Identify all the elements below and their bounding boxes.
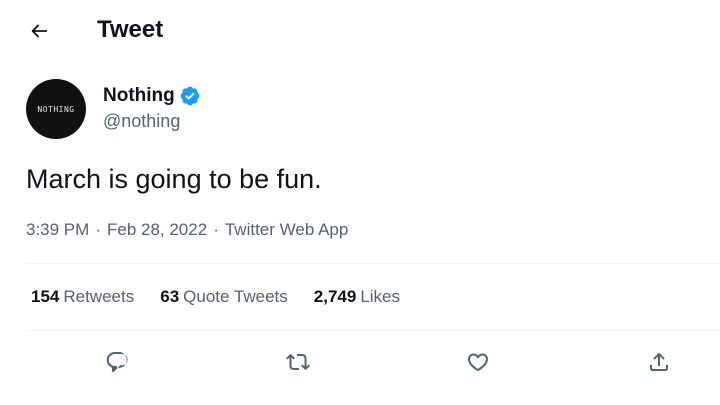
back-button[interactable] xyxy=(22,14,56,48)
author-handle[interactable]: @nothing xyxy=(103,110,180,132)
quote-tweets-stat[interactable]: 63 Quote Tweets xyxy=(160,284,288,310)
arrow-left-icon xyxy=(31,24,48,38)
retweets-stat[interactable]: 154 Retweets xyxy=(31,284,134,310)
tweet-meta: 3:39 PM · Feb 28, 2022 · Twitter Web App xyxy=(26,218,348,242)
page-title: Tweet xyxy=(97,16,164,43)
tweet-source[interactable]: Twitter Web App xyxy=(225,218,348,242)
quote-tweets-count: 63 xyxy=(160,287,180,306)
retweet-button[interactable] xyxy=(281,345,315,379)
display-name: Nothing xyxy=(103,85,175,106)
divider xyxy=(26,263,720,264)
like-icon xyxy=(467,353,489,372)
avatar-logo-text: NOTHING xyxy=(37,104,75,114)
reply-button[interactable] xyxy=(100,345,134,379)
tweet-text: March is going to be fun. xyxy=(26,164,322,194)
tweet-stats: 154 Retweets 63 Quote Tweets 2,749 Likes xyxy=(31,284,426,310)
share-button[interactable] xyxy=(642,345,676,379)
likes-label: Likes xyxy=(360,287,400,306)
verified-badge-icon xyxy=(179,84,203,108)
meta-separator: · xyxy=(213,220,219,239)
share-icon xyxy=(650,352,668,371)
quote-tweets-label: Quote Tweets xyxy=(183,287,288,306)
retweets-label: Retweets xyxy=(63,287,135,306)
meta-separator: · xyxy=(95,220,101,239)
tweet-time[interactable]: 3:39 PM xyxy=(26,218,89,242)
avatar[interactable]: NOTHING xyxy=(26,79,86,139)
retweets-count: 154 xyxy=(31,287,60,306)
reply-icon xyxy=(106,352,128,372)
likes-stat[interactable]: 2,749 Likes xyxy=(314,284,400,310)
divider xyxy=(26,330,720,331)
tweet-actions xyxy=(0,345,720,379)
author-name-link[interactable]: Nothing xyxy=(103,83,203,109)
page-header: Tweet xyxy=(0,0,720,60)
tweet-date[interactable]: Feb 28, 2022 xyxy=(107,218,207,242)
retweet-icon xyxy=(286,353,310,371)
tweet-page: Tweet NOTHING Nothing @nothing March is … xyxy=(0,0,720,405)
like-button[interactable] xyxy=(461,345,495,379)
likes-count: 2,749 xyxy=(313,287,357,306)
